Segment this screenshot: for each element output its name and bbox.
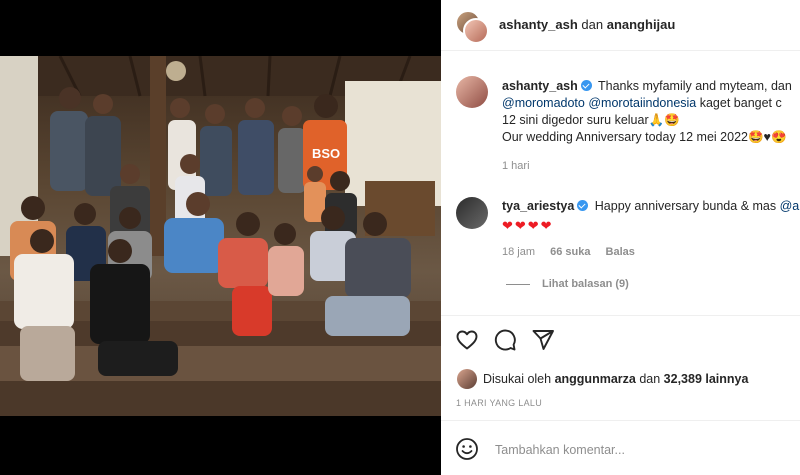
collab-avatars[interactable]	[455, 10, 489, 44]
post-date[interactable]: 1 HARI YANG LALU	[456, 398, 542, 408]
post-photo[interactable]: BSO	[0, 56, 441, 416]
caption-line-1: Thanks myfamily and myteam, dan	[597, 79, 792, 93]
view-replies-label: Lihat balasan (9)	[542, 278, 629, 290]
comment-meta: 18 jam 66 suka Balas	[502, 246, 647, 258]
liker-avatar[interactable]	[457, 369, 477, 389]
replies-divider	[506, 283, 530, 285]
emoji-icon[interactable]	[455, 437, 479, 461]
comment-username-link[interactable]: tya_ariestya	[502, 199, 574, 213]
likes-others-link[interactable]: 32,389 lainnya	[664, 372, 749, 386]
caption-avatar[interactable]	[456, 76, 488, 108]
caption-mention-1[interactable]: @moromadoto	[502, 96, 585, 110]
verified-badge-icon	[577, 200, 589, 211]
divider	[441, 315, 800, 316]
caption-line-4: Our wedding Anniversary today 12 mei 202…	[502, 130, 787, 144]
caption-timestamp[interactable]: 1 hari	[502, 160, 530, 172]
likes-connector: dan	[639, 372, 661, 386]
comment-icon[interactable]	[493, 328, 517, 352]
header-coauthor-link[interactable]: ananghijau	[607, 17, 676, 32]
comment-reply-button[interactable]: Balas	[606, 246, 635, 258]
post-header: ashanty_ash dan ananghijau	[441, 0, 800, 51]
heart-icon[interactable]	[455, 328, 479, 352]
caption-username-link[interactable]: ashanty_ash	[502, 79, 578, 93]
comment-text: Happy anniversary bunda & mas	[594, 199, 777, 213]
avatar	[463, 18, 489, 44]
svg-text:BSO: BSO	[312, 146, 340, 161]
group-photo-illustration: BSO	[0, 56, 441, 416]
caption-mention-2[interactable]: @morotaiindonesia	[588, 96, 696, 110]
header-connector: dan	[581, 17, 604, 32]
caption: ashanty_ash Thanks myfamily and myteam, …	[502, 78, 800, 146]
comment-time[interactable]: 18 jam	[502, 246, 535, 258]
caption-line-2-tail: kaget banget c	[699, 96, 782, 110]
comment-hearts: ❤❤❤❤	[502, 218, 554, 233]
liker-username-link[interactable]: anggunmarza	[555, 372, 636, 386]
likes-prefix: Disukai oleh	[483, 372, 552, 386]
paper-plane-icon[interactable]	[531, 328, 555, 352]
comment-likes[interactable]: 66 suka	[550, 246, 590, 258]
verified-badge-icon	[580, 80, 592, 91]
comment-avatar[interactable]	[456, 197, 488, 229]
divider	[441, 420, 800, 421]
comment: tya_ariestya Happy anniversary bunda & m…	[502, 198, 800, 234]
likes-summary: Disukai oleh anggunmarza dan 32,389 lain…	[483, 372, 748, 386]
header-usernames: ashanty_ash dan ananghijau	[499, 17, 675, 32]
comment-mention[interactable]: @a	[780, 199, 800, 213]
add-comment-input[interactable]	[493, 436, 787, 464]
caption-line-3: 12 sini digedor suru keluar🙏🤩	[502, 113, 680, 127]
photo-pane: BSO	[0, 0, 441, 475]
header-username-link[interactable]: ashanty_ash	[499, 17, 578, 32]
post-side-panel: ashanty_ash dan ananghijau ashanty_ash T…	[441, 0, 800, 475]
view-replies-button[interactable]: Lihat balasan (9)	[506, 278, 629, 290]
